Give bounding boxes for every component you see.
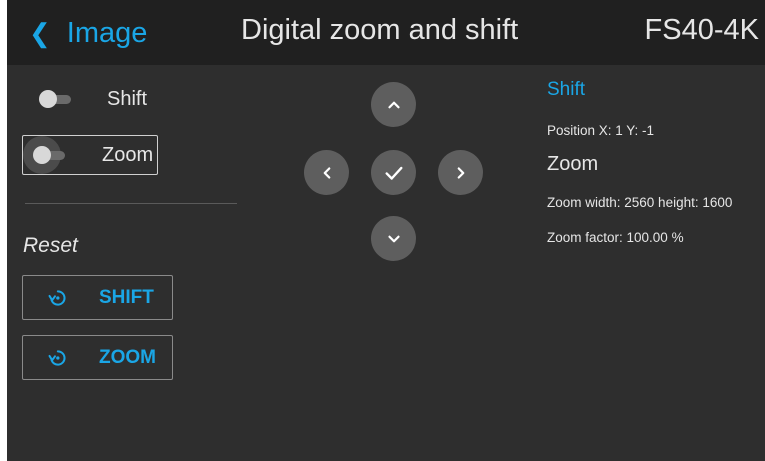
dpad-ok-button[interactable]	[371, 150, 416, 195]
reset-shift-button[interactable]: SHIFT	[22, 275, 173, 320]
chevron-down-icon	[387, 235, 400, 242]
info-shift-title: Shift	[547, 79, 586, 100]
switch-knob	[33, 146, 51, 164]
shift-position-value: Position X: 1 Y: -1	[547, 123, 655, 138]
info-zoom-title: Zoom	[547, 153, 599, 175]
back-label: Image	[66, 16, 148, 49]
chevron-up-icon	[387, 101, 400, 108]
reset-shift-label: SHIFT	[99, 286, 154, 308]
chevron-right-icon	[457, 166, 464, 179]
zoom-toggle-row[interactable]: Zoom	[22, 135, 158, 175]
device-name: FS40-4K	[644, 14, 759, 46]
zoom-factor-value: Zoom factor: 100.00 %	[547, 230, 684, 245]
chevron-left-icon	[323, 166, 330, 179]
zoom-switch[interactable]	[23, 136, 69, 174]
page-title: Digital zoom and shift	[241, 14, 519, 46]
dpad-down-button[interactable]	[371, 216, 416, 261]
chevron-left-icon: ❮	[29, 18, 51, 48]
dpad-left-button[interactable]	[304, 150, 349, 195]
reset-zoom-button[interactable]: ZOOM	[22, 335, 173, 380]
reset-icon	[48, 349, 66, 366]
zoom-toggle-label: Zoom	[102, 143, 154, 166]
reset-icon	[48, 289, 66, 306]
zoom-size-value: Zoom width: 2560 height: 1600	[547, 195, 733, 210]
switch-knob	[39, 90, 57, 108]
shift-toggle-row[interactable]: Shift	[29, 80, 147, 118]
divider	[25, 203, 237, 204]
top-bar: ❮ Image Digital zoom and shift FS40-4K	[7, 0, 765, 65]
dpad-up-button[interactable]	[371, 82, 416, 127]
shift-switch[interactable]	[39, 89, 75, 109]
shift-toggle-label: Shift	[107, 87, 148, 110]
back-button[interactable]: ❮ Image	[29, 14, 147, 52]
checkmark-icon	[384, 166, 403, 180]
reset-zoom-label: ZOOM	[99, 346, 156, 368]
dpad-right-button[interactable]	[438, 150, 483, 195]
reset-heading: Reset	[23, 234, 78, 257]
screen: ❮ Image Digital zoom and shift FS40-4K S…	[7, 0, 765, 461]
